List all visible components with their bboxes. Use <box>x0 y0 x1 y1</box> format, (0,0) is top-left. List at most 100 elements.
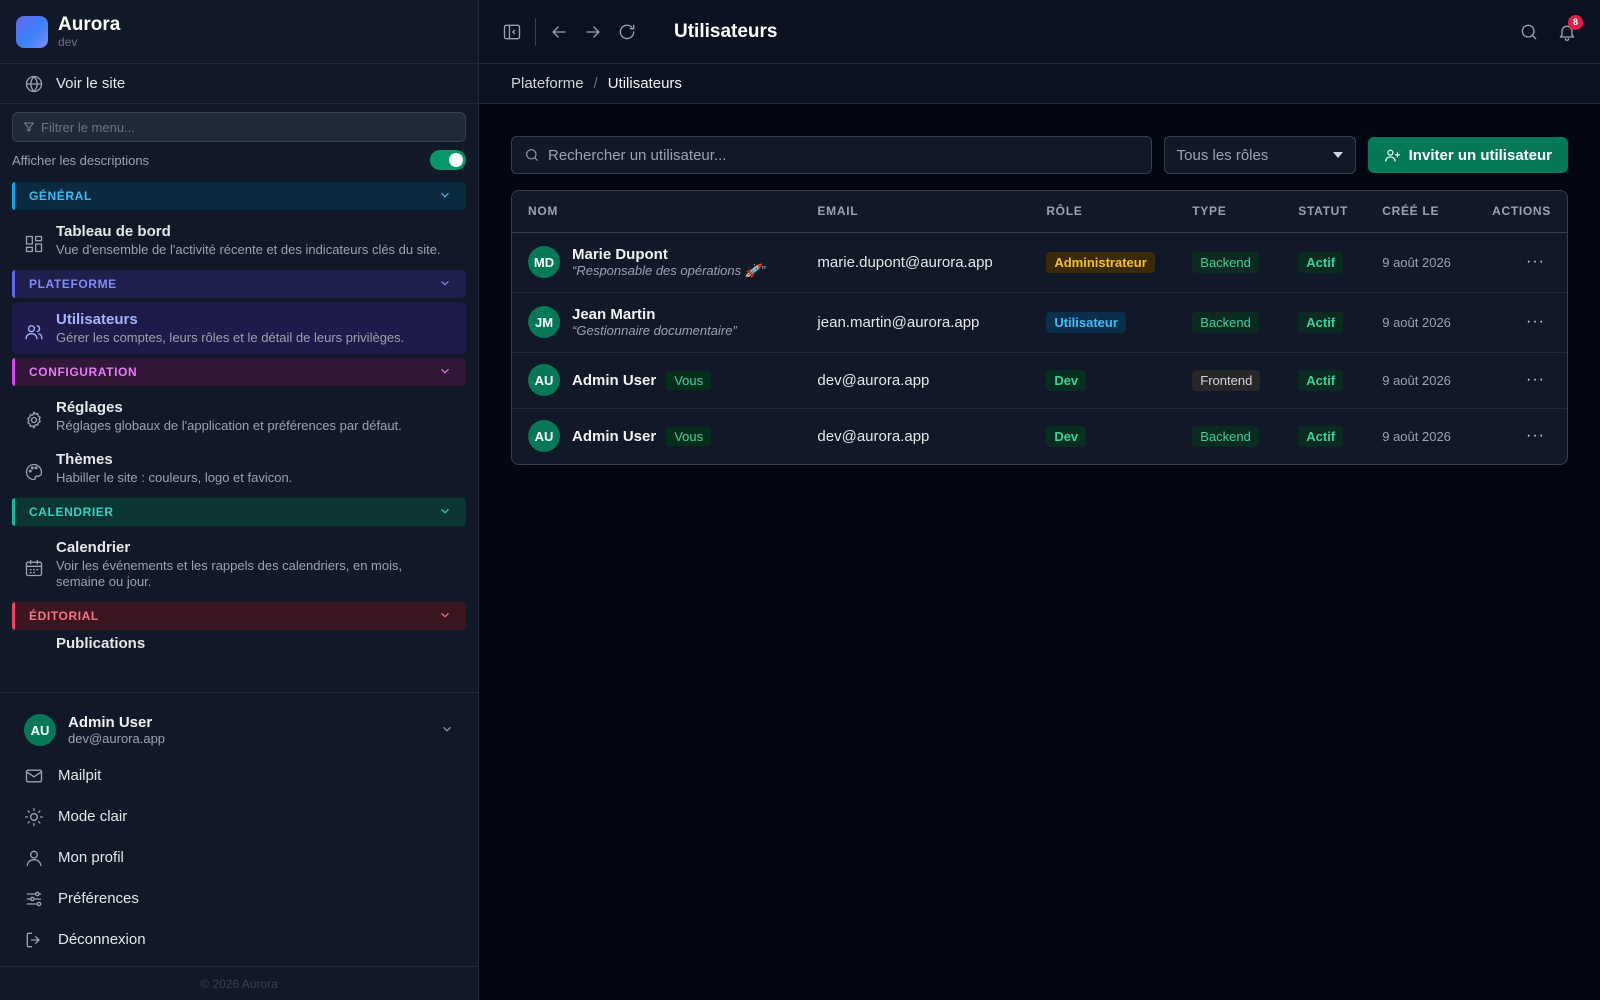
col-actions: ACTIONS <box>1476 191 1567 233</box>
dashboard-icon <box>24 230 44 258</box>
user-name: Marie Dupont <box>572 245 668 263</box>
more-actions-icon[interactable]: ··· <box>1526 253 1551 271</box>
search-icon <box>524 147 540 163</box>
sidebar-menu: GÉNÉRAL Tableau de bord Vue d'ensemble d… <box>0 174 478 692</box>
table-row[interactable]: JM Jean Martin “Gestionnaire documentair… <box>512 292 1567 353</box>
section-calendrier[interactable]: CALENDRIER <box>12 498 466 526</box>
light-mode-toggle[interactable]: Mode clair <box>24 796 454 837</box>
palette-icon <box>24 458 44 486</box>
sidebar-item-desc: Réglages globaux de l'application et pré… <box>56 418 402 433</box>
menu-filter[interactable] <box>12 112 466 142</box>
section-configuration[interactable]: CONFIGURATION <box>12 358 466 386</box>
user-search-input[interactable] <box>548 146 1139 164</box>
col-role[interactable]: RÔLE <box>1030 191 1177 233</box>
user-subtitle: “Responsable des opérations 🚀” <box>572 262 766 278</box>
sidebar-item-settings[interactable]: Réglages Réglages globaux de l'applicati… <box>12 390 466 442</box>
col-name[interactable]: NOM <box>512 191 802 233</box>
type-badge: Backend <box>1192 425 1259 447</box>
preferences-link[interactable]: Préférences <box>24 878 454 919</box>
user-panel: AU Admin User dev@aurora.app Mailpit Mod… <box>0 692 478 966</box>
back-button[interactable] <box>542 15 576 49</box>
toggle-sidebar-button[interactable] <box>495 15 529 49</box>
section-general[interactable]: GÉNÉRAL <box>12 182 466 210</box>
page-title: Utilisateurs <box>674 20 778 42</box>
sidebar-item-title: Réglages <box>56 399 123 416</box>
table-row[interactable]: AU Admin User Vous dev@aurora.app Dev Bac… <box>512 408 1567 464</box>
role-filter-select[interactable]: Tous les rôles <box>1163 136 1356 174</box>
globe-icon <box>24 74 44 94</box>
bottom-link-label: Préférences <box>58 890 139 907</box>
sidebar-item-publications[interactable]: Publications <box>12 634 466 648</box>
sidebar-item-desc: Gérer les comptes, leurs rôles et le dét… <box>56 330 405 345</box>
chevron-down-icon <box>438 276 452 293</box>
sidebar-item-dashboard[interactable]: Tableau de bord Vue d'ensemble de l'acti… <box>12 214 466 266</box>
calendar-icon <box>24 546 44 590</box>
col-email[interactable]: EMAIL <box>801 191 1031 233</box>
forward-button[interactable] <box>576 15 610 49</box>
filter-icon <box>23 121 35 133</box>
user-email: dev@aurora.app <box>817 427 930 445</box>
search-button[interactable] <box>1512 15 1546 49</box>
you-badge: Vous <box>666 370 712 390</box>
more-actions-icon[interactable]: ··· <box>1526 427 1551 445</box>
created-date: 9 août 2026 <box>1366 352 1477 409</box>
brand[interactable]: Aurora dev <box>0 0 478 64</box>
view-site-link[interactable]: Voir le site <box>0 64 478 104</box>
users-table: NOM EMAIL RÔLE TYPE STATUT CRÉÉ LE ACTIO… <box>511 190 1568 465</box>
more-actions-icon[interactable]: ··· <box>1526 371 1551 389</box>
user-name: Admin User <box>68 714 153 731</box>
section-label: CALENDRIER <box>29 505 114 519</box>
role-badge: Dev <box>1046 369 1087 391</box>
notification-count-badge: 8 <box>1568 14 1583 30</box>
type-badge: Backend <box>1192 251 1259 273</box>
invite-user-button[interactable]: Inviter un utilisateur <box>1367 137 1568 173</box>
sidebar-item-themes[interactable]: Thèmes Habiller le site : couleurs, logo… <box>12 442 466 494</box>
avatar: AU <box>528 420 560 453</box>
sidebar-item-calendar[interactable]: Calendrier Voir les événements et les ra… <box>12 530 466 598</box>
menu-filter-input[interactable] <box>41 119 455 135</box>
created-date: 9 août 2026 <box>1366 292 1477 353</box>
sidebar-toggle-icon <box>502 22 522 42</box>
user-email: dev@aurora.app <box>68 731 166 746</box>
status-badge: Actif <box>1298 311 1344 333</box>
profile-link[interactable]: Mon profil <box>24 837 454 878</box>
user-search[interactable] <box>511 136 1152 174</box>
section-plateforme[interactable]: PLATEFORME <box>12 270 466 298</box>
chevron-down-icon <box>440 722 454 739</box>
table-row[interactable]: AU Admin User Vous dev@aurora.app Dev Fro… <box>512 352 1567 409</box>
user-menu[interactable]: AU Admin User dev@aurora.app <box>24 705 454 755</box>
role-badge: Dev <box>1046 425 1087 447</box>
sliders-icon <box>24 889 44 909</box>
section-editorial[interactable]: ÉDITORIAL <box>12 602 466 630</box>
col-type[interactable]: TYPE <box>1176 191 1283 233</box>
mailpit-link[interactable]: Mailpit <box>24 755 454 796</box>
refresh-icon <box>617 22 637 42</box>
user-plus-icon <box>1384 147 1401 164</box>
sidebar-item-users[interactable]: Utilisateurs Gérer les comptes, leurs rô… <box>12 302 466 354</box>
notifications-button[interactable]: 8 <box>1550 14 1584 49</box>
col-status[interactable]: STATUT <box>1282 191 1367 233</box>
user-name: Jean Martin <box>572 306 656 323</box>
avatar: AU <box>24 714 56 746</box>
sun-icon <box>24 807 44 827</box>
reload-button[interactable] <box>610 15 644 49</box>
breadcrumb: Plateforme / Utilisateurs <box>479 64 1600 104</box>
user-name: Admin User <box>572 427 657 445</box>
more-actions-icon[interactable]: ··· <box>1526 313 1551 331</box>
user-icon <box>24 848 44 868</box>
divider <box>535 17 536 46</box>
table-row[interactable]: MD Marie Dupont “Responsable des opérati… <box>512 232 1567 293</box>
role-badge: Utilisateur <box>1046 311 1126 333</box>
bottom-link-label: Mon profil <box>58 849 124 866</box>
avatar: AU <box>528 364 560 396</box>
user-subtitle: “Gestionnaire documentaire” <box>572 323 737 338</box>
view-site-label: Voir le site <box>56 75 126 92</box>
type-badge: Frontend <box>1192 369 1261 391</box>
chevron-down-icon <box>438 188 452 205</box>
show-descriptions-toggle[interactable] <box>430 150 466 170</box>
breadcrumb-parent[interactable]: Plateforme <box>511 75 584 92</box>
col-created[interactable]: CRÉÉ LE <box>1366 191 1477 233</box>
sidebar-item-title: Utilisateurs <box>56 311 138 328</box>
logout-link[interactable]: Déconnexion <box>24 919 454 960</box>
brand-name: Aurora <box>58 13 121 35</box>
